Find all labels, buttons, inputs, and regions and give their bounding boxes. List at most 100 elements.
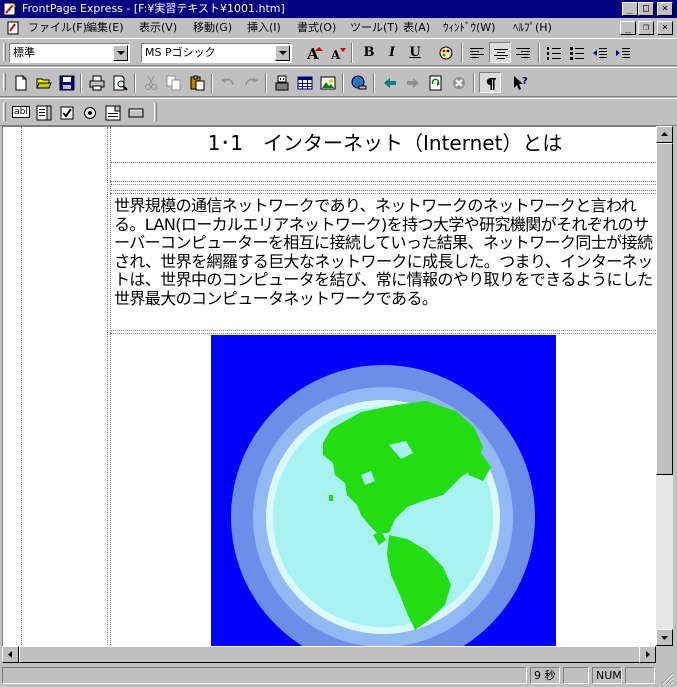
insert-radio-button[interactable] <box>79 102 101 123</box>
print-preview-button[interactable] <box>109 72 131 93</box>
menu-view[interactable]: 表示(V) <box>139 20 177 35</box>
toolbar-grip[interactable] <box>154 103 157 121</box>
toolbar-separator <box>211 73 213 93</box>
show-formatting-marks-button[interactable] <box>479 72 501 93</box>
scroll-up-button[interactable] <box>656 126 673 143</box>
menu-tools[interactable]: ツール(T) <box>350 20 398 35</box>
menu-file[interactable]: ファイル(F) <box>28 20 87 35</box>
increase-indent-button[interactable] <box>612 42 634 63</box>
increase-font-button[interactable]: A <box>303 42 325 63</box>
menu-edit[interactable]: 編集(E) <box>86 20 124 35</box>
text-color-button[interactable] <box>435 42 457 63</box>
toolbar-separator <box>134 73 136 93</box>
scroll-down-button[interactable] <box>656 629 673 646</box>
table-border <box>110 162 657 163</box>
svg-text:A: A <box>306 45 319 61</box>
insert-dropdown-button[interactable] <box>102 102 124 123</box>
editor-canvas[interactable]: 1･1 インターネット（Internet）とは 世界規模の通信ネットワークであり… <box>2 126 657 646</box>
cut-button[interactable] <box>140 72 162 93</box>
undo-button[interactable] <box>217 72 239 93</box>
save-button[interactable] <box>56 72 78 93</box>
chevron-down-icon[interactable] <box>113 45 128 61</box>
doc-restore-button[interactable]: ❐ <box>638 21 654 35</box>
close-button[interactable]: × <box>657 2 673 16</box>
new-button[interactable] <box>10 72 32 93</box>
toolbar-separator <box>351 43 353 63</box>
insert-image-button[interactable] <box>317 72 339 93</box>
menu-format[interactable]: 書式(O) <box>297 20 336 35</box>
frontpage-window: FrontPage Express - [F:¥実習テキスト¥1001.htm]… <box>0 0 677 687</box>
arrow-left-icon <box>8 651 12 658</box>
print-button[interactable] <box>86 72 108 93</box>
menu-window[interactable]: ｳｨﾝﾄﾞｳ(W) <box>443 20 495 35</box>
insert-checkbox-button[interactable] <box>56 102 78 123</box>
menu-go[interactable]: 移動(G) <box>193 20 232 35</box>
standard-toolbar: ? <box>0 67 677 97</box>
align-center-button[interactable] <box>489 42 511 63</box>
horizontal-scroll-thumb[interactable] <box>19 646 643 663</box>
body-paragraph[interactable]: 世界規模の通信ネットワークであり、ネットワークのネットワークと言われる。LAN(… <box>114 196 657 309</box>
checkbox-icon <box>60 106 74 120</box>
scroll-left-button[interactable] <box>2 646 19 663</box>
open-button[interactable] <box>33 72 55 93</box>
status-download-time: 9 秒 <box>530 667 560 684</box>
toolbar-separator <box>265 73 267 93</box>
insert-table-button[interactable] <box>294 72 316 93</box>
scroll-right-button[interactable] <box>639 646 656 663</box>
resize-grip-icon[interactable] <box>660 671 674 685</box>
insert-hyperlink-button[interactable] <box>348 72 370 93</box>
style-select[interactable]: 標準 <box>9 43 130 63</box>
horizontal-scrollbar[interactable] <box>2 646 656 663</box>
align-left-button[interactable] <box>466 42 488 63</box>
insert-webbot-button[interactable] <box>271 72 293 93</box>
font-select-value: MS Pゴシック <box>145 46 216 59</box>
bold-button[interactable]: B <box>358 42 380 63</box>
table-border <box>110 330 657 331</box>
insert-push-button[interactable] <box>125 102 147 123</box>
stop-button[interactable] <box>448 72 470 93</box>
format-toolbar: 標準 MS Pゴシック A A B I U <box>0 38 677 66</box>
status-message-panel <box>2 667 527 684</box>
redo-button[interactable] <box>240 72 262 93</box>
font-select[interactable]: MS Pゴシック <box>141 43 292 63</box>
decrease-indent-button[interactable] <box>589 42 611 63</box>
align-right-icon <box>516 48 530 58</box>
toolbar-grip[interactable] <box>3 73 6 91</box>
insert-textbox-button[interactable]: abl <box>10 102 32 123</box>
window-title: FrontPage Express - [F:¥実習テキスト¥1001.htm] <box>22 2 285 15</box>
help-button[interactable]: ? <box>510 72 532 93</box>
italic-button[interactable]: I <box>381 42 403 63</box>
globe-image[interactable] <box>211 335 556 646</box>
menu-table[interactable]: 表(A) <box>403 20 430 35</box>
numbered-list-button[interactable] <box>543 42 565 63</box>
image-icon <box>320 76 336 90</box>
vertical-scroll-thumb[interactable] <box>656 143 673 475</box>
toolbar-grip[interactable] <box>3 103 6 121</box>
menu-help[interactable]: ﾍﾙﾌﾟ(H) <box>513 20 552 35</box>
hyperlink-globe-icon <box>351 75 367 90</box>
insert-scrolling-textbox-button[interactable] <box>33 102 55 123</box>
chevron-down-icon[interactable] <box>275 45 290 61</box>
paste-button[interactable] <box>186 72 208 93</box>
vertical-scrollbar[interactable] <box>656 126 673 646</box>
toolbar-grip[interactable] <box>3 43 6 61</box>
maximize-button[interactable]: □ <box>638 2 654 16</box>
menu-insert[interactable]: 挿入(I) <box>247 20 281 35</box>
doc-minimize-button[interactable]: _ <box>620 21 636 35</box>
decrease-font-button[interactable]: A <box>326 42 348 63</box>
frontpage-app-icon[interactable] <box>3 2 17 16</box>
align-right-button[interactable] <box>512 42 534 63</box>
radio-icon <box>84 107 96 119</box>
underline-button[interactable]: U <box>404 42 426 63</box>
back-button[interactable] <box>379 72 401 93</box>
save-disk-icon <box>59 75 75 91</box>
forward-button[interactable] <box>402 72 424 93</box>
title-bar[interactable]: FrontPage Express - [F:¥実習テキスト¥1001.htm]… <box>0 0 677 18</box>
bulleted-list-button[interactable] <box>566 42 588 63</box>
doc-close-button[interactable]: × <box>657 21 673 35</box>
refresh-button[interactable] <box>425 72 447 93</box>
minimize-button[interactable]: _ <box>622 2 638 16</box>
document-icon[interactable] <box>6 21 20 35</box>
copy-button[interactable] <box>163 72 185 93</box>
page-heading[interactable]: 1･1 インターネット（Internet）とは <box>111 130 657 156</box>
